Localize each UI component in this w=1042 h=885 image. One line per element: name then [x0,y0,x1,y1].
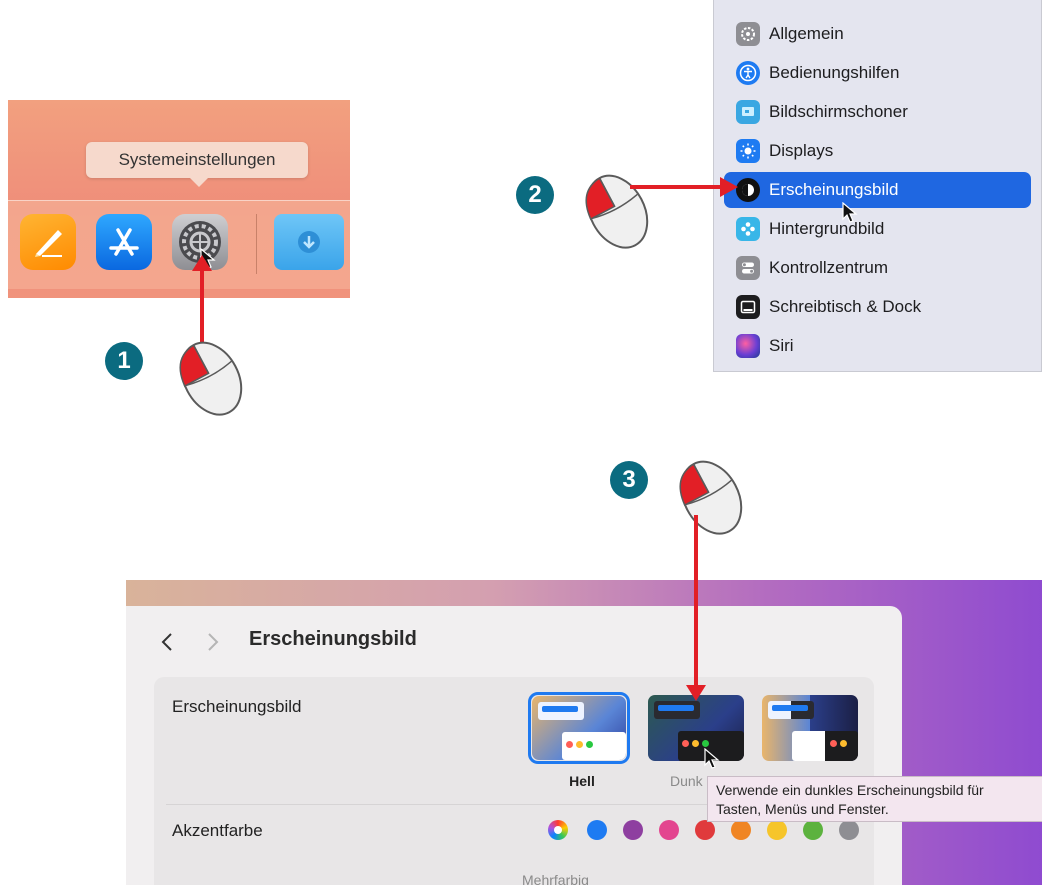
cursor-icon [842,202,858,223]
step2-arrow [630,177,738,197]
tooltip-line: Tasten, Menüs und Fenster. [716,801,889,817]
accent-green[interactable] [803,820,823,840]
accessibility-icon [736,61,760,85]
appearance-option-light[interactable] [528,692,630,764]
page-title: Erscheinungsbild [249,628,417,650]
cursor-icon [704,748,720,769]
step-badge-1: 1 [105,342,143,380]
mouse-icon [179,341,243,416]
sidebar-item-bildschirmschoner[interactable]: Bildschirmschoner [724,94,1031,130]
pages-icon[interactable] [20,214,76,270]
sidebar-item-hintergrundbild[interactable]: Hintergrundbild [724,211,1031,247]
dock-screenshot: Systemeinstellungen [8,100,350,298]
appearance-label: Erscheinungsbild [172,697,302,716]
dock-separator [256,214,257,274]
step3-arrow [686,515,706,701]
screensaver-icon [736,100,760,124]
accent-color-label: Akzentfarbe [172,821,263,840]
tooltip-line: Verwende ein dunkles Erscheinungsbild fü… [716,782,984,798]
sidebar-item-label: Displays [769,141,834,160]
wallpaper-icon [736,217,760,241]
accent-multicolor[interactable] [548,820,568,840]
app-store-icon[interactable] [96,214,152,270]
downloads-folder-icon[interactable] [274,214,344,270]
appearance-window-screenshot: Erscheinungsbild Erscheinungsbild Hell D… [126,580,1042,885]
mouse-icon [679,460,743,535]
forward-icon[interactable] [206,632,220,652]
sidebar-item-label: Erscheinungsbild [769,180,899,199]
accent-yellow[interactable] [767,820,787,840]
sidebar-item-label: Bedienungshilfen [769,63,900,82]
back-icon[interactable] [160,632,174,652]
sidebar-item-label: Schreibtisch & Dock [769,297,922,316]
gear-icon [736,22,760,46]
sidebar-item-allgemein[interactable]: Allgemein [724,16,1031,52]
sidebar-item-label: Hintergrundbild [769,219,885,238]
step-badge-2: 2 [516,176,554,214]
accent-red[interactable] [695,820,715,840]
sidebar-item-label: Allgemein [769,24,844,43]
sun-icon [736,139,760,163]
accent-orange[interactable] [731,820,751,840]
sidebar-item-label: Siri [769,336,794,355]
sidebar-item-bedienungshilfen[interactable]: Bedienungshilfen [724,55,1031,91]
dock-icon [736,295,760,319]
dark-mode-tooltip: Verwende ein dunkles Erscheinungsbild fü… [707,776,1042,822]
sidebar-item-schreibtisch-dock[interactable]: Schreibtisch & Dock [724,289,1031,325]
sidebar-item-kontrollzentrum[interactable]: Kontrollzentrum [724,250,1031,286]
accent-selected-label: Mehrfarbig [522,872,589,885]
sidebar-item-siri[interactable]: Siri [724,328,1031,364]
accent-pink[interactable] [659,820,679,840]
appearance-option-auto[interactable] [762,695,858,761]
accent-purple[interactable] [623,820,643,840]
accent-blue[interactable] [587,820,607,840]
sidebar-item-displays[interactable]: Displays [724,133,1031,169]
dock-tooltip: Systemeinstellungen [86,142,308,187]
appearance-option-dark[interactable] [648,695,744,761]
appearance-option-dark-label: Dunk [670,773,703,789]
appearance-option-light-label: Hell [569,773,595,789]
sidebar-item-label: Bildschirmschoner [769,102,908,121]
sidebar-item-erscheinungsbild[interactable]: Erscheinungsbild [724,172,1031,208]
toggles-icon [736,256,760,280]
step1-arrow [192,255,212,345]
step-badge-3: 3 [610,461,648,499]
siri-icon [736,334,760,358]
accent-graphite[interactable] [839,820,859,840]
settings-sidebar: Allgemein Bedienungshilfen Bildschirmsch… [713,0,1042,372]
sidebar-item-label: Kontrollzentrum [769,258,889,277]
